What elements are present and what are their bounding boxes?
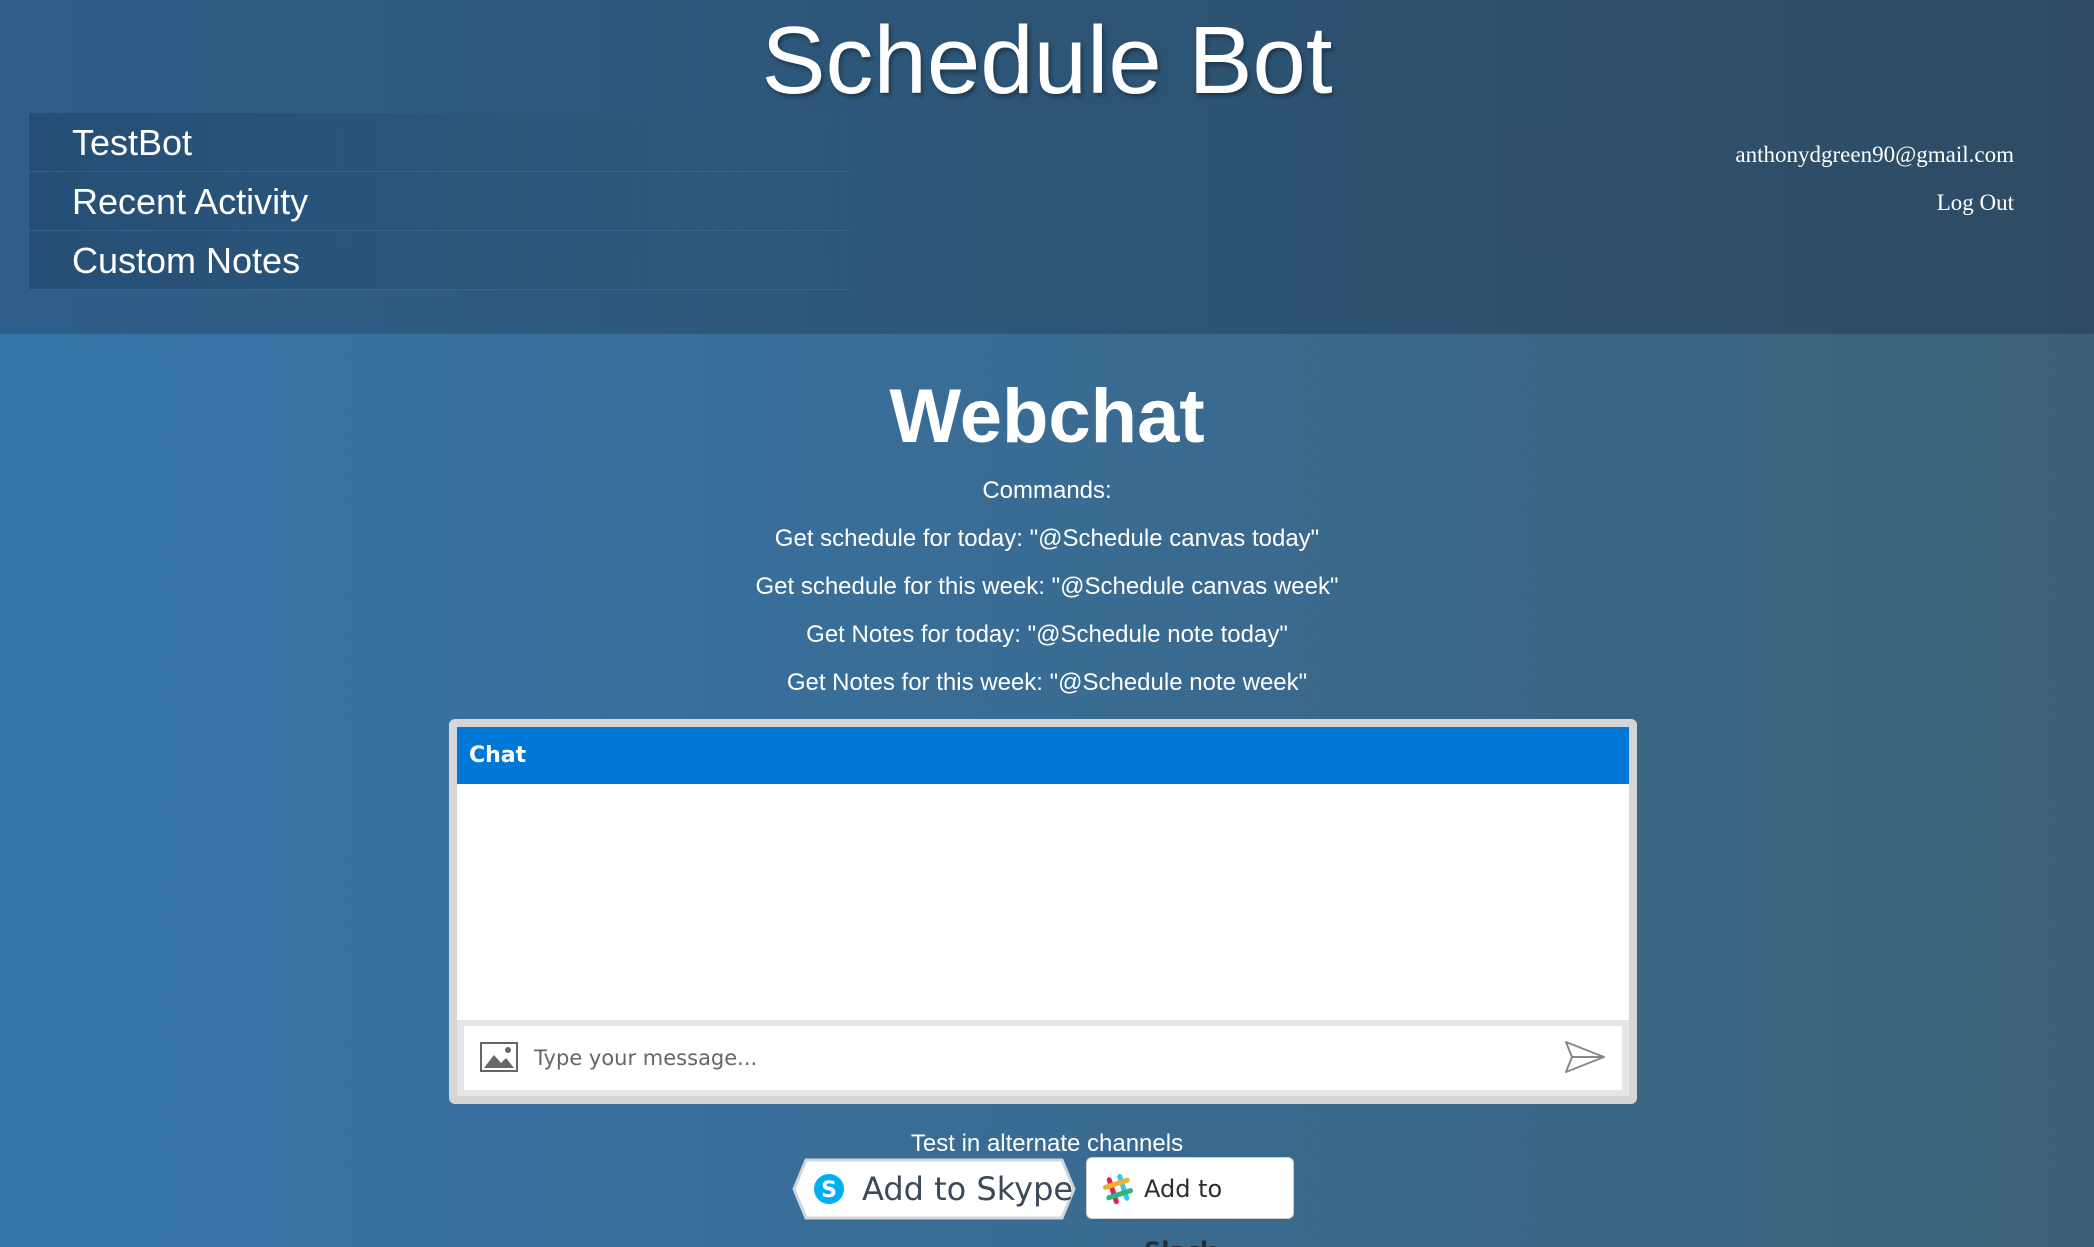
command-item: Get Notes for today: "@Schedule note tod… bbox=[806, 621, 1288, 648]
nav-item-recent-activity[interactable]: Recent Activity bbox=[29, 172, 849, 231]
add-to-skype-button[interactable]: S Add to Skype bbox=[792, 1158, 1076, 1220]
command-item: Get schedule for today: "@Schedule canva… bbox=[774, 525, 1320, 552]
slack-label-prefix: Add to bbox=[1144, 1175, 1223, 1203]
chat-input-bar bbox=[457, 1020, 1629, 1096]
message-input[interactable] bbox=[534, 1034, 1534, 1082]
slack-icon bbox=[1101, 1172, 1135, 1206]
add-to-slack-button[interactable]: Add to Slack bbox=[1086, 1157, 1294, 1247]
svg-text:S: S bbox=[821, 1178, 837, 1203]
chat-input-wrapper bbox=[464, 1026, 1622, 1090]
send-icon[interactable] bbox=[1564, 1040, 1606, 1074]
webchat-widget: Chat bbox=[449, 719, 1637, 1104]
alternate-channels-label: Test in alternate channels bbox=[910, 1130, 1184, 1157]
commands-heading: Commands: bbox=[982, 477, 1112, 504]
slack-label-brand: Slack bbox=[1144, 1237, 1216, 1247]
user-area: anthonydgreen90@gmail.com Log Out bbox=[1735, 140, 2014, 218]
skype-icon: S bbox=[812, 1172, 846, 1206]
command-item: Get Notes for this week: "@Schedule note… bbox=[786, 669, 1308, 696]
image-upload-icon[interactable] bbox=[480, 1042, 518, 1072]
skype-label: Add to Skype bbox=[862, 1170, 1074, 1208]
site-title: Schedule Bot bbox=[761, 7, 1333, 114]
command-item: Get schedule for this week: "@Schedule c… bbox=[755, 573, 1339, 600]
page-title: Webchat bbox=[889, 374, 1205, 459]
slack-label: Add to Slack bbox=[1144, 1158, 1293, 1247]
webchat-inner: Chat bbox=[457, 727, 1629, 1096]
chat-header: Chat bbox=[457, 727, 1629, 784]
main-nav: TestBot Recent Activity Custom Notes bbox=[29, 113, 849, 290]
logout-link[interactable]: Log Out bbox=[1735, 188, 2014, 218]
nav-item-testbot[interactable]: TestBot bbox=[29, 113, 849, 172]
nav-item-custom-notes[interactable]: Custom Notes bbox=[29, 231, 849, 290]
chat-history[interactable] bbox=[457, 784, 1629, 1020]
user-email: anthonydgreen90@gmail.com bbox=[1735, 142, 2014, 167]
commands-list: Commands: Get schedule for today: "@Sche… bbox=[0, 475, 2094, 715]
site-header: Schedule Bot TestBot Recent Activity Cus… bbox=[0, 0, 2094, 334]
